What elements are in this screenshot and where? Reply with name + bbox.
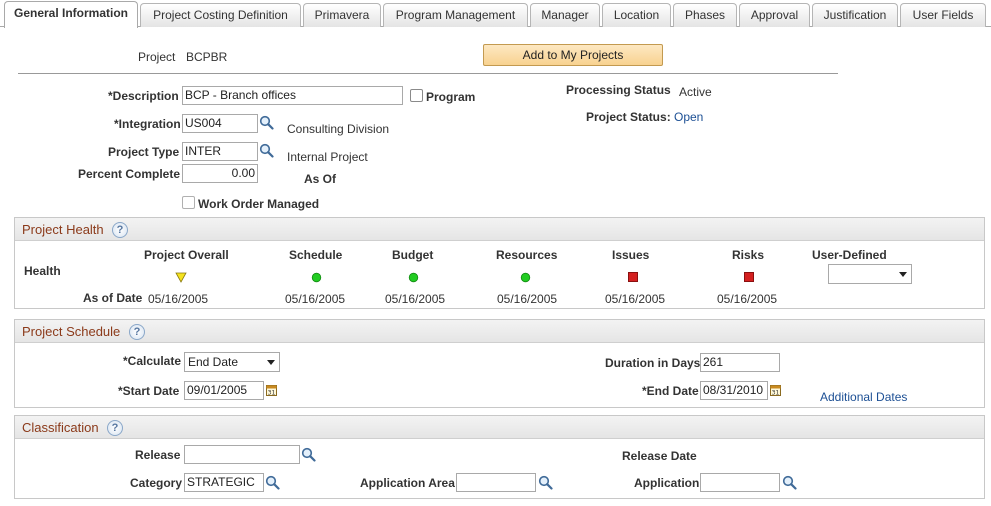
- project-health-title: Project Health: [22, 222, 104, 237]
- project-label: Project: [138, 50, 176, 64]
- as-of-label: As Of: [304, 172, 337, 186]
- application-input[interactable]: [700, 473, 780, 492]
- red-square-icon: [744, 272, 754, 282]
- project-overall-date: 05/16/2005: [148, 292, 209, 306]
- integration-input[interactable]: US004: [182, 114, 258, 133]
- work-order-managed-label: Work Order Managed: [198, 197, 320, 211]
- tab-program-management[interactable]: Program Management: [383, 3, 528, 27]
- tab-user-fields[interactable]: User Fields: [900, 3, 986, 27]
- tab-manager[interactable]: Manager: [530, 3, 600, 27]
- green-circle-icon: [311, 272, 322, 283]
- program-checkbox[interactable]: [410, 89, 423, 102]
- user-defined-select[interactable]: [828, 264, 912, 284]
- application-lookup-icon[interactable]: [782, 475, 797, 490]
- project-type-lookup-icon[interactable]: [259, 143, 274, 158]
- start-date-input[interactable]: 09/01/2005: [184, 381, 264, 400]
- project-schedule-header: Project Schedule ?: [15, 320, 984, 343]
- application-area-lookup-icon[interactable]: [538, 475, 553, 490]
- divider: [18, 73, 838, 74]
- application-area-label: Application Area: [360, 476, 455, 490]
- end-date-label: *End Date: [642, 384, 699, 398]
- release-label: Release: [135, 448, 181, 462]
- end-date-input[interactable]: 08/31/2010: [700, 381, 768, 400]
- project-value: BCPBR: [186, 50, 228, 64]
- tab-primavera[interactable]: Primavera: [303, 3, 381, 27]
- calculate-value: End Date: [188, 355, 239, 369]
- health-row-label: Health: [24, 264, 61, 278]
- tab-bar: General Information Project Costing Defi…: [0, 0, 991, 28]
- resources-header: Resources: [496, 248, 558, 262]
- project-health-header: Project Health ?: [15, 218, 984, 241]
- project-overall-header: Project Overall: [144, 248, 229, 262]
- green-circle-icon: [520, 272, 531, 283]
- issues-header: Issues: [612, 248, 650, 262]
- tab-phases[interactable]: Phases: [673, 3, 737, 27]
- duration-input[interactable]: 261: [700, 353, 780, 372]
- yellow-triangle-icon: [175, 272, 187, 283]
- tab-location[interactable]: Location: [602, 3, 671, 27]
- release-input[interactable]: [184, 445, 300, 464]
- program-label: Program: [426, 90, 476, 104]
- percent-complete-label: Percent Complete: [78, 167, 181, 181]
- processing-status-label: Processing Status: [566, 83, 671, 97]
- help-icon[interactable]: ?: [112, 222, 128, 238]
- description-label: *Description: [108, 89, 179, 103]
- resources-date: 05/16/2005: [497, 292, 558, 306]
- chevron-down-icon: [899, 272, 907, 277]
- schedule-date: 05/16/2005: [285, 292, 346, 306]
- calendar-icon[interactable]: 31: [266, 384, 277, 396]
- calculate-select[interactable]: End Date: [184, 352, 280, 372]
- help-icon[interactable]: ?: [129, 324, 145, 340]
- budget-date: 05/16/2005: [385, 292, 446, 306]
- calculate-label: *Calculate: [123, 354, 182, 368]
- tab-project-costing-definition[interactable]: Project Costing Definition: [140, 3, 301, 27]
- application-label: Application: [634, 476, 700, 490]
- integration-description: Consulting Division: [287, 122, 390, 136]
- schedule-header: Schedule: [289, 248, 343, 262]
- integration-lookup-icon[interactable]: [259, 115, 274, 130]
- red-square-icon: [628, 272, 638, 282]
- svg-text:31: 31: [772, 390, 780, 397]
- category-lookup-icon[interactable]: [265, 475, 280, 490]
- project-type-description: Internal Project: [287, 150, 368, 164]
- duration-label: Duration in Days: [605, 356, 701, 370]
- project-type-input[interactable]: INTER: [182, 142, 258, 161]
- risks-date: 05/16/2005: [717, 292, 778, 306]
- project-schedule-title: Project Schedule: [22, 324, 121, 339]
- application-area-input[interactable]: [456, 473, 536, 492]
- tab-approval[interactable]: Approval: [739, 3, 810, 27]
- project-type-label: Project Type: [108, 145, 180, 159]
- calendar-icon[interactable]: 31: [770, 384, 781, 396]
- description-input[interactable]: BCP - Branch offices: [182, 86, 403, 105]
- as-of-date-label: As of Date: [83, 291, 143, 305]
- work-order-managed-checkbox[interactable]: [182, 196, 195, 209]
- chevron-down-icon: [267, 360, 275, 365]
- project-status-link[interactable]: Open: [674, 110, 703, 124]
- issues-date: 05/16/2005: [605, 292, 666, 306]
- svg-text:31: 31: [268, 390, 276, 397]
- processing-status-value: Active: [679, 85, 712, 99]
- release-lookup-icon[interactable]: [301, 447, 316, 462]
- tab-justification[interactable]: Justification: [812, 3, 898, 27]
- user-defined-header: User-Defined: [812, 248, 887, 262]
- integration-label: *Integration: [114, 117, 181, 131]
- classification-title: Classification: [22, 420, 99, 435]
- release-date-label: Release Date: [622, 449, 697, 463]
- classification-header: Classification ?: [15, 416, 984, 439]
- category-input[interactable]: STRATEGIC: [184, 473, 264, 492]
- green-circle-icon: [408, 272, 419, 283]
- category-label: Category: [130, 476, 183, 490]
- help-icon[interactable]: ?: [107, 420, 123, 436]
- budget-header: Budget: [392, 248, 434, 262]
- start-date-label: *Start Date: [118, 384, 180, 398]
- project-status-label: Project Status:: [586, 110, 671, 124]
- tab-general-information[interactable]: General Information: [4, 1, 138, 28]
- risks-header: Risks: [732, 248, 765, 262]
- add-to-my-projects-button[interactable]: Add to My Projects: [483, 44, 663, 66]
- additional-dates-link[interactable]: Additional Dates: [820, 390, 907, 404]
- percent-complete-input[interactable]: 0.00: [182, 164, 258, 183]
